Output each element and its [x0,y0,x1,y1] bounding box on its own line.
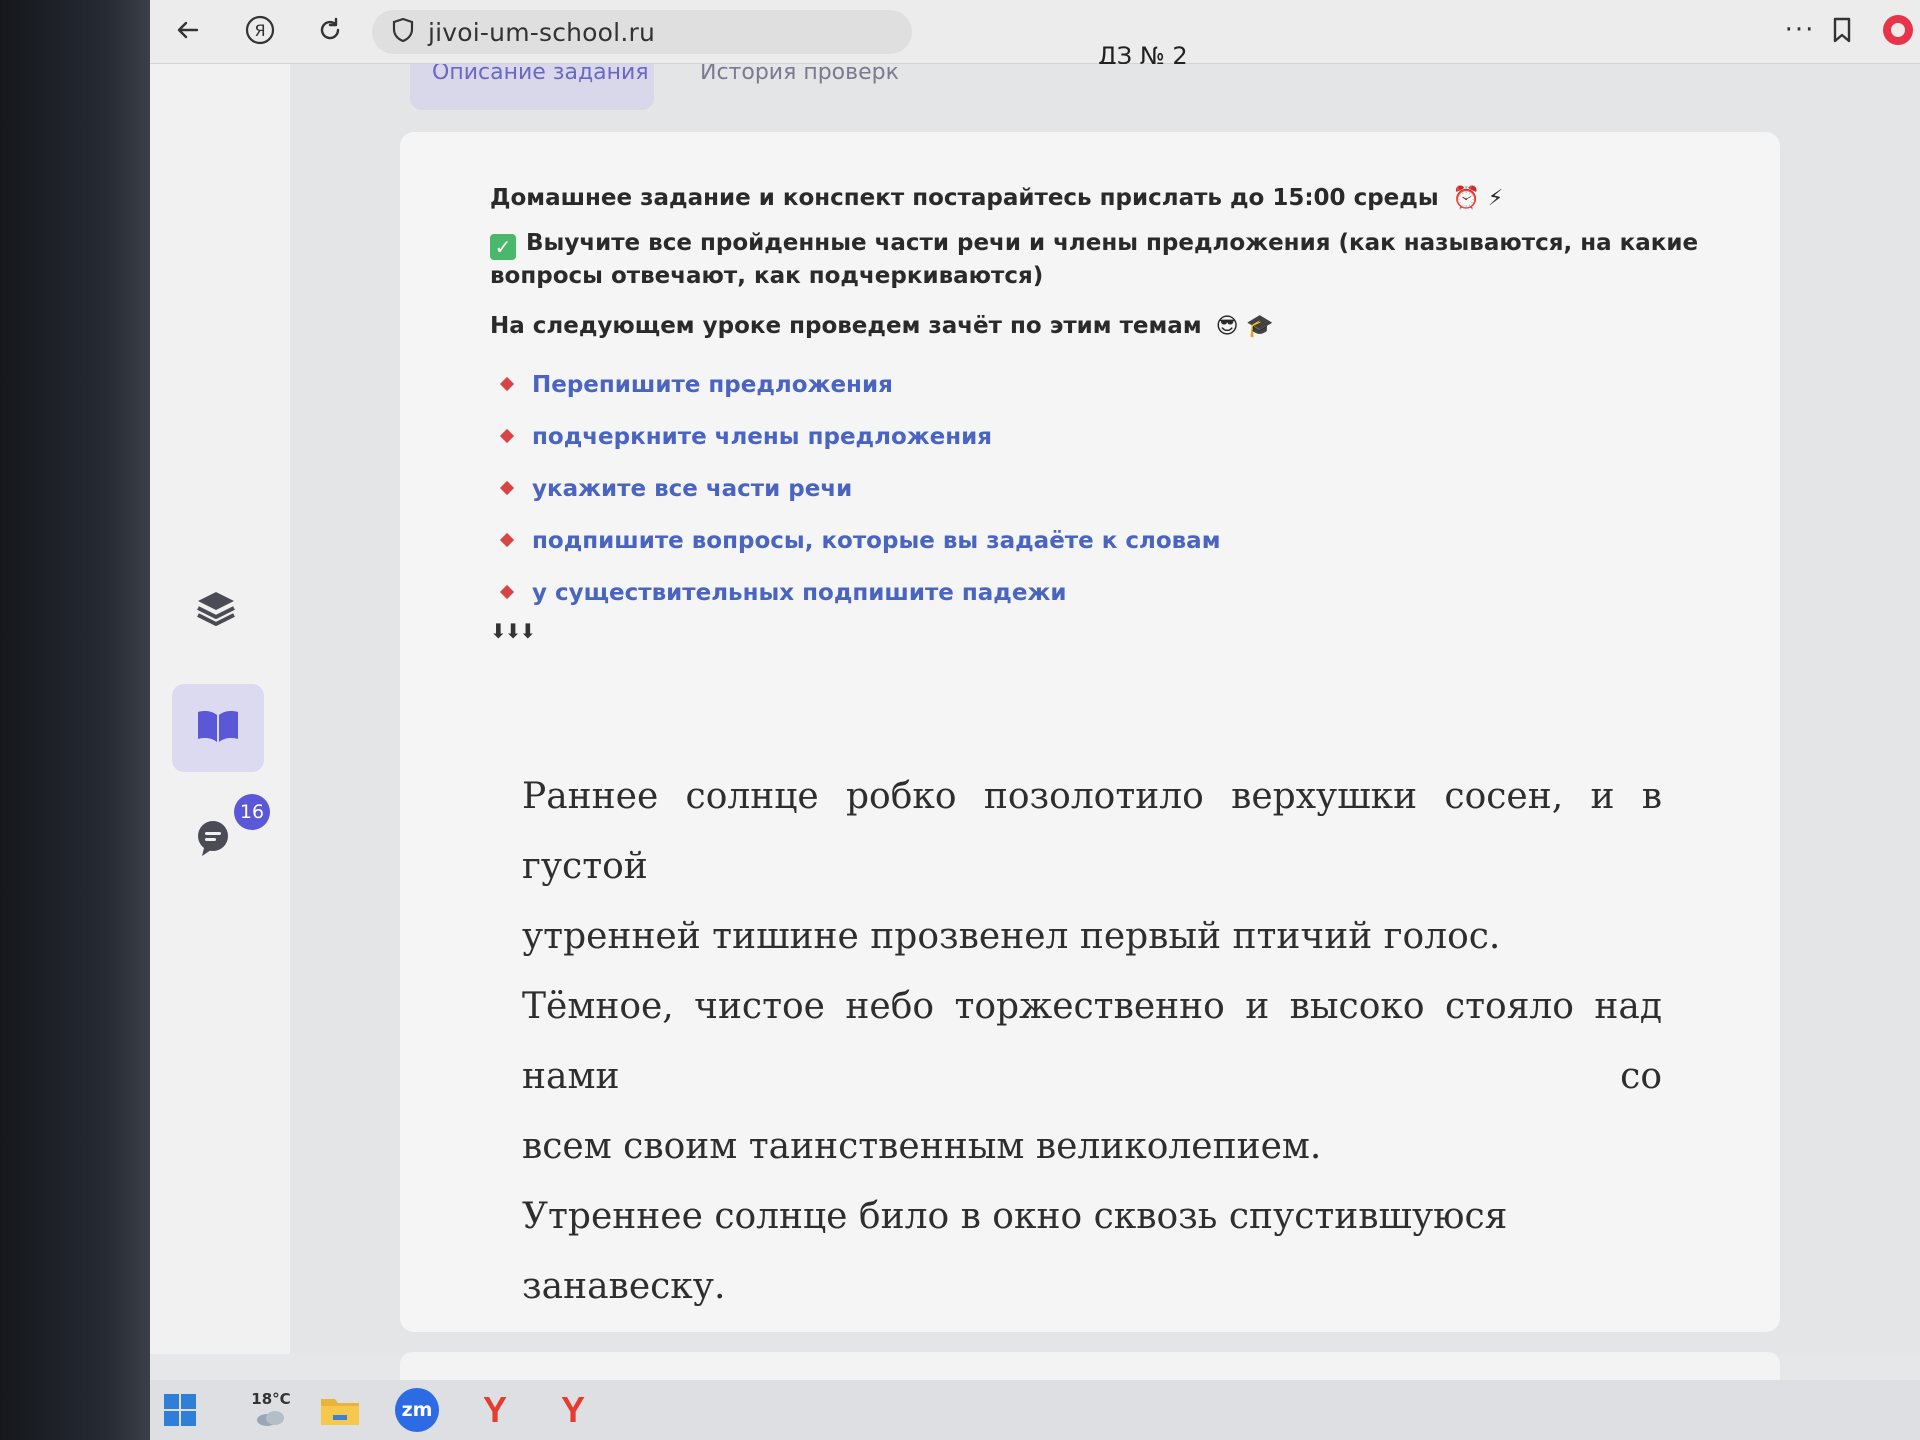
temperature-text: 18°C [251,1390,291,1408]
zoom-label: zm [395,1388,439,1432]
step-text: Перепишите предложения [532,372,893,398]
zoom-app-icon[interactable]: zm [388,1386,446,1434]
tab-check-history[interactable]: История проверки [678,64,898,110]
deadline-text: Домашнее задание и конспект постарайтесь… [490,182,1730,215]
address-bar[interactable]: jivoi-um-school.ru [372,10,912,54]
alarm-lightning-icon: ⏰ ⚡ [1452,186,1504,211]
book-icon [195,706,241,750]
passage-line: Утреннее солнце било в окно сквозь спуст… [522,1196,1508,1307]
passage-line: утренней тишине прозвенел первый птичий … [522,916,1501,957]
deadline-label: Домашнее задание и конспект постарайтесь… [490,185,1439,211]
test-note-text: На следующем уроке проведем зачёт по эти… [490,313,1202,339]
bookmark-icon[interactable] [1822,10,1862,50]
step-text: укажите все части речи [532,476,853,502]
task-instructions: Домашнее задание и конспект постарайтесь… [490,182,1730,643]
monitor-bezel [0,0,150,1440]
sunglasses-cap-icon: 😎 🎓 [1215,314,1274,339]
next-card-edge [400,1352,1780,1382]
step-item: подпишите вопросы, которые вы задаёте к … [490,525,1730,577]
chat-icon[interactable] [194,818,234,862]
checkmark-icon: ✓ [490,234,516,260]
passage-line: всем своим таинственным великолепием. [522,1126,1322,1167]
weather-widget[interactable]: 18°C [236,1386,306,1434]
file-explorer-icon[interactable] [310,1386,370,1434]
diamond-bullet-icon [499,376,515,392]
back-icon[interactable] [168,10,208,50]
step-item: Перепишите предложения [490,369,1730,421]
yandex-button-icon[interactable]: Я [240,10,280,50]
windows-start-icon[interactable] [156,1386,204,1434]
screen: Я jivoi-um-school.ru ДЗ № 2 ··· 16 Описа… [150,0,1920,1440]
step-text: подчеркните члены предложения [532,424,993,450]
svg-text:Я: Я [254,21,265,40]
url-text: jivoi-um-school.ru [428,17,655,47]
diamond-bullet-icon [499,480,515,496]
step-text: подпишите вопросы, которые вы задаёте к … [532,528,1221,554]
passage-line: Тёмное, чистое небо торжественно и высок… [522,986,1662,1097]
yandex-browser-icon[interactable]: Y [546,1386,600,1434]
taskbar: 18°C zm Y Y [150,1380,1920,1440]
tab-description[interactable]: Описание задания [410,64,654,110]
yandex-label: Y [482,1389,507,1430]
chat-unread-badge: 16 [234,794,270,830]
yandex-label: Y [560,1389,585,1430]
task-card: Домашнее задание и конспект постарайтесь… [400,132,1780,1332]
shield-icon [392,17,414,47]
learn-task: ✓ Выучите все пройденные части речи и чле… [490,227,1730,292]
step-item: у существительных подпишите падежи [490,577,1730,629]
extension-icon[interactable] [1878,10,1918,50]
browser-toolbar: Я jivoi-um-school.ru ДЗ № 2 ··· [150,0,1920,70]
exercise-passage: Раннее солнце робко позолотило верхушки … [522,762,1662,1322]
diamond-bullet-icon [499,532,515,548]
step-item: подчеркните члены предложения [490,421,1730,473]
step-item: укажите все части речи [490,473,1730,525]
steps-list: Перепишите предложения подчеркните члены… [490,369,1730,629]
lesson-book-button[interactable] [172,684,264,772]
reload-icon[interactable] [310,10,350,50]
diamond-bullet-icon [499,584,515,600]
passage-line: Раннее солнце робко позолотило верхушки … [522,776,1662,887]
step-text: у существительных подпишите падежи [532,580,1067,606]
learn-task-text: Выучите все пройденные части речи и член… [490,230,1699,289]
yandex-browser-icon[interactable]: Y [468,1386,522,1434]
test-note: На следующем уроке проведем зачёт по эти… [490,310,1730,343]
diamond-bullet-icon [499,428,515,444]
cloud-icon [253,1408,289,1430]
more-icon[interactable]: ··· [1780,10,1820,50]
layers-icon[interactable] [194,588,238,632]
